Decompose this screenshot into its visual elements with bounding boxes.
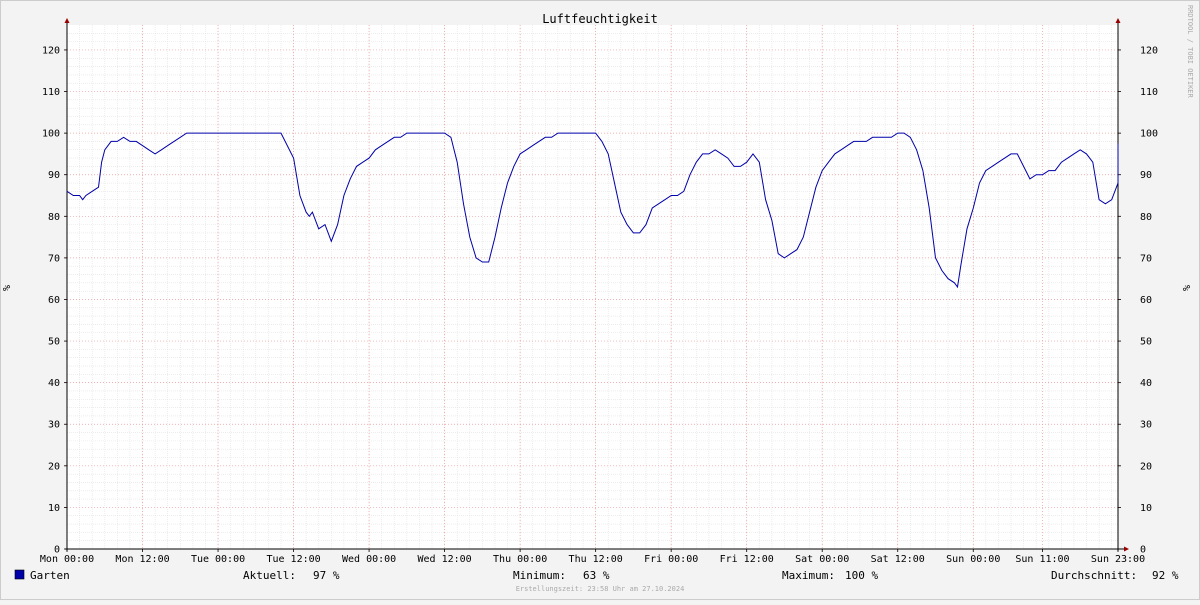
y-tick-label-left: 100 [42,129,60,140]
y-axis-label-left: % [2,285,13,291]
y-tick-label-right: 90 [1140,170,1152,181]
legend-max-value: 100 % [845,569,878,582]
x-tick-label: Mon 12:00 [115,554,169,565]
y-tick-label-left: 80 [48,212,60,223]
y-tick-label-left: 10 [48,503,60,514]
y-tick-label-left: 90 [48,170,60,181]
legend-current-label: Aktuell: [243,569,296,582]
footer-timestamp: Erstellungszeit: 23:58 Uhr am 27.10.2024 [516,585,685,593]
x-tick-label: Wed 00:00 [342,554,396,565]
y-tick-label-right: 70 [1140,253,1152,264]
x-tick-label: Sun 00:00 [946,554,1000,565]
x-tick-label: Tue 00:00 [191,554,245,565]
y-tick-label-right: 20 [1140,461,1152,472]
x-tick-label: Wed 12:00 [418,554,472,565]
legend-series-name: Garten [30,569,70,582]
legend-min-value: 63 % [583,569,610,582]
y-tick-label-right: 120 [1140,45,1158,56]
y-tick-label-right: 50 [1140,337,1152,348]
x-tick-label: Tue 12:00 [266,554,320,565]
y-tick-label-right: 10 [1140,503,1152,514]
legend-avg-label: Durchschnitt: [1051,569,1137,582]
watermark: RRDTOOL / TOBI OETIKER [1186,5,1194,99]
y-tick-label-right: 80 [1140,212,1152,223]
x-tick-label: Sun 11:00 [1015,554,1069,565]
x-tick-label: Mon 00:00 [40,554,94,565]
y-tick-label-right: 100 [1140,129,1158,140]
x-tick-label: Sat 12:00 [871,554,925,565]
y-tick-label-left: 40 [48,378,60,389]
x-tick-label: Fri 12:00 [720,554,774,565]
plot-area [67,25,1118,549]
x-tick-label: Sun 23:00 [1091,554,1145,565]
y-tick-label-right: 110 [1140,87,1158,98]
legend-current-value: 97 % [313,569,340,582]
y-tick-label-left: 20 [48,461,60,472]
y-tick-label-left: 70 [48,253,60,264]
x-tick-label: Thu 00:00 [493,554,547,565]
legend-min-label: Minimum: [513,569,566,582]
legend-swatch [14,569,25,580]
x-tick-label: Thu 12:00 [569,554,623,565]
y-tick-label-right: 30 [1140,420,1152,431]
y-tick-label-left: 50 [48,337,60,348]
y-tick-label-left: 60 [48,295,60,306]
y-tick-label-right: 60 [1140,295,1152,306]
y-tick-label-left: 30 [48,420,60,431]
x-tick-label: Sat 00:00 [795,554,849,565]
y-tick-label-left: 120 [42,45,60,56]
legend-max-label: Maximum: [782,569,835,582]
humidity-chart: 0102030405060708090100110120 01020304050… [0,0,1200,600]
chart-container: 0 10 20 30 40 50 60 70 80 90 100 110 120 0 10 20 30 40 50… [0,0,1200,600]
y-tick-label-right: 40 [1140,378,1152,389]
chart-title: Luftfeuchtigkeit [542,12,658,26]
legend-avg-value: 92 % [1152,569,1179,582]
y-axis-label-right: % [1182,285,1193,291]
y-tick-label-left: 110 [42,87,60,98]
x-tick-label: Fri 00:00 [644,554,698,565]
